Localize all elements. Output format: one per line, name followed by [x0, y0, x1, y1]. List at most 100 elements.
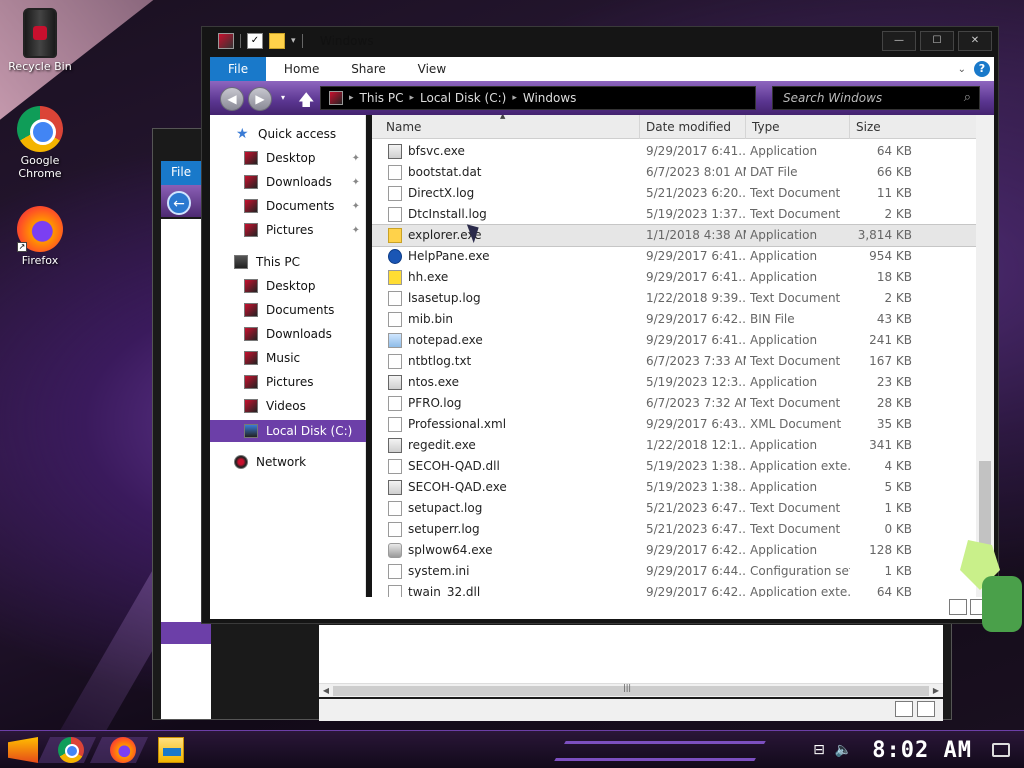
- nav-quick-desktop[interactable]: Desktop ✦: [210, 147, 366, 169]
- file-row[interactable]: ntos.exe 5/19/2023 12:3... Application 23 K…: [372, 372, 976, 393]
- file-icon: [388, 354, 402, 369]
- breadcrumb-separator-icon[interactable]: ▸: [349, 93, 354, 103]
- file-size: 35 KB: [876, 417, 912, 431]
- file-row[interactable]: DirectX.log 5/21/2023 6:20... Text Documen…: [372, 183, 976, 204]
- breadcrumb-separator-icon[interactable]: ▸: [409, 93, 414, 103]
- tab-view[interactable]: View: [404, 57, 460, 81]
- nav-item-label: Documents: [266, 303, 335, 317]
- file-row[interactable]: explorer.exe 1/1/2018 4:38 AM Application 3…: [372, 224, 976, 247]
- file-row[interactable]: system.ini 9/29/2017 6:44... Configuration…: [372, 561, 976, 582]
- file-row[interactable]: mib.bin 9/29/2017 6:42... BIN File 43 KB: [372, 309, 976, 330]
- file-row[interactable]: Professional.xml 9/29/2017 6:43... XML Doc…: [372, 414, 976, 435]
- start-icon[interactable]: [8, 737, 38, 763]
- search-input[interactable]: Search Windows ⌕: [772, 86, 980, 110]
- explorer-app-icon[interactable]: [218, 33, 234, 49]
- pin-icon[interactable]: ✦: [352, 177, 360, 188]
- notification-icon[interactable]: [992, 743, 1010, 757]
- file-row[interactable]: bootstat.dat 6/7/2023 8:01 AM DAT File 66 K…: [372, 162, 976, 183]
- file-row[interactable]: HelpPane.exe 9/29/2017 6:41... Application…: [372, 246, 976, 267]
- taskbar-clock[interactable]: 8:02 AM: [872, 738, 972, 763]
- up-button[interactable]: 🡅: [298, 89, 314, 116]
- new-folder-icon[interactable]: [269, 33, 285, 49]
- file-row[interactable]: bfsvc.exe 9/29/2017 6:41... Application 64 …: [372, 141, 976, 162]
- pin-icon[interactable]: ✦: [352, 201, 360, 212]
- breadcrumb[interactable]: ▸ This PC ▸ Local Disk (C:) ▸ Windows: [320, 86, 756, 110]
- search-icon[interactable]: ⌕: [964, 90, 971, 105]
- firefox-icon[interactable]: [110, 737, 136, 763]
- nav-pc-music[interactable]: Music: [210, 347, 366, 369]
- nav-pc-videos[interactable]: Videos: [210, 395, 366, 417]
- file-row[interactable]: regedit.exe 1/22/2018 12:1... Application 3…: [372, 435, 976, 456]
- selected-nav-item[interactable]: [161, 622, 211, 644]
- network-tray-icon[interactable]: ⊟: [813, 742, 825, 758]
- horizontal-scrollbar[interactable]: ◀ ||| ▶: [319, 683, 943, 697]
- nav-quick-pictures[interactable]: Pictures ✦: [210, 219, 366, 241]
- help-icon[interactable]: ?: [974, 61, 990, 77]
- desktop-icon-chrome[interactable]: Google Chrome: [0, 106, 80, 180]
- tab-file[interactable]: File: [210, 57, 267, 81]
- nav-pc-pictures[interactable]: Pictures: [210, 371, 366, 393]
- file-row[interactable]: hh.exe 9/29/2017 6:41... Application 18 KB: [372, 267, 976, 288]
- desktop-icon-recycle-bin[interactable]: Recycle Bin: [0, 6, 80, 73]
- explorer-window[interactable]: ✓ ▾ Windows — ☐ ✕ File Home Share View ⌄…: [201, 26, 999, 624]
- file-row[interactable]: lsasetup.log 1/22/2018 9:39... Text Docume…: [372, 288, 976, 309]
- nav-quick-access[interactable]: ★ Quick access: [210, 123, 366, 145]
- file-row[interactable]: notepad.exe 9/29/2017 6:41... Application 2…: [372, 330, 976, 351]
- file-name: setupact.log: [408, 501, 483, 515]
- column-header-date[interactable]: Date modified: [640, 115, 746, 139]
- close-button[interactable]: ✕: [958, 31, 992, 51]
- nav-quick-downloads[interactable]: Downloads ✦: [210, 171, 366, 193]
- pin-icon[interactable]: ✦: [352, 225, 360, 236]
- column-header-name[interactable]: Name: [372, 115, 640, 139]
- file-row[interactable]: SECOH-QAD.dll 5/19/2023 1:38... Applicatio…: [372, 456, 976, 477]
- pin-icon[interactable]: ✦: [352, 153, 360, 164]
- scroll-left-icon[interactable]: ◀: [319, 684, 333, 698]
- column-header-size[interactable]: Size: [850, 115, 976, 139]
- back-button[interactable]: ◀: [220, 87, 244, 111]
- tab-share[interactable]: Share: [337, 57, 400, 81]
- forward-button[interactable]: ▶: [248, 87, 272, 111]
- chevron-down-icon[interactable]: ▾: [291, 36, 296, 46]
- volume-icon[interactable]: 🔈: [835, 742, 852, 758]
- file-size: 23 KB: [876, 375, 912, 389]
- recent-locations-chevron-icon[interactable]: ▾: [276, 87, 290, 111]
- file-icon: [388, 459, 402, 474]
- tab-home[interactable]: Home: [270, 57, 333, 81]
- file-explorer-icon[interactable]: [158, 737, 184, 763]
- large-icons-view-icon[interactable]: [917, 701, 935, 717]
- expand-ribbon-icon[interactable]: ⌄: [958, 64, 966, 75]
- nav-network[interactable]: Network: [210, 451, 366, 473]
- file-row[interactable]: PFRO.log 6/7/2023 7:32 AM Text Document 28 …: [372, 393, 976, 414]
- file-row[interactable]: DtcInstall.log 5/19/2023 1:37... Text Docu…: [372, 204, 976, 225]
- file-date: 5/21/2023 6:47...: [646, 522, 746, 536]
- file-size: 5 KB: [884, 480, 912, 494]
- nav-this-pc[interactable]: This PC: [210, 251, 366, 273]
- column-header-type[interactable]: Type: [746, 115, 850, 139]
- file-row[interactable]: splwow64.exe 9/29/2017 6:42... Application…: [372, 540, 976, 561]
- file-row[interactable]: ntbtlog.txt 6/7/2023 7:33 AM Text Document…: [372, 351, 976, 372]
- nav-pc-documents[interactable]: Documents: [210, 299, 366, 321]
- breadcrumb-local-disk[interactable]: Local Disk (C:): [420, 91, 506, 105]
- details-view-icon[interactable]: [895, 701, 913, 717]
- maximize-button[interactable]: ☐: [920, 31, 954, 51]
- minimize-button[interactable]: —: [882, 31, 916, 51]
- nav-quick-documents[interactable]: Documents ✦: [210, 195, 366, 217]
- nav-pc-desktop[interactable]: Desktop: [210, 275, 366, 297]
- file-row[interactable]: setupact.log 5/21/2023 6:47... Text Docume…: [372, 498, 976, 519]
- window-titlebar[interactable]: ✓ ▾ Windows — ☐ ✕: [202, 27, 1000, 57]
- scroll-right-icon[interactable]: ▶: [929, 684, 943, 698]
- nav-local-disk[interactable]: Local Disk (C:): [210, 420, 366, 442]
- file-name: regedit.exe: [408, 438, 476, 452]
- file-size: 128 KB: [869, 543, 912, 557]
- chrome-icon[interactable]: [58, 737, 84, 763]
- properties-check-icon[interactable]: ✓: [247, 33, 263, 49]
- breadcrumb-this-pc[interactable]: This PC: [360, 91, 404, 105]
- breadcrumb-windows[interactable]: Windows: [523, 91, 577, 105]
- file-row[interactable]: setuperr.log 5/21/2023 6:47... Text Docume…: [372, 519, 976, 540]
- desktop-icon-firefox[interactable]: ↗ Firefox: [0, 206, 80, 267]
- file-row[interactable]: SECOH-QAD.exe 5/19/2023 1:38... Applicatio…: [372, 477, 976, 498]
- file-type: Text Document: [750, 291, 841, 305]
- breadcrumb-separator-icon[interactable]: ▸: [512, 93, 517, 103]
- back-arrow-icon[interactable]: ←: [167, 191, 191, 215]
- nav-pc-downloads[interactable]: Downloads: [210, 323, 366, 345]
